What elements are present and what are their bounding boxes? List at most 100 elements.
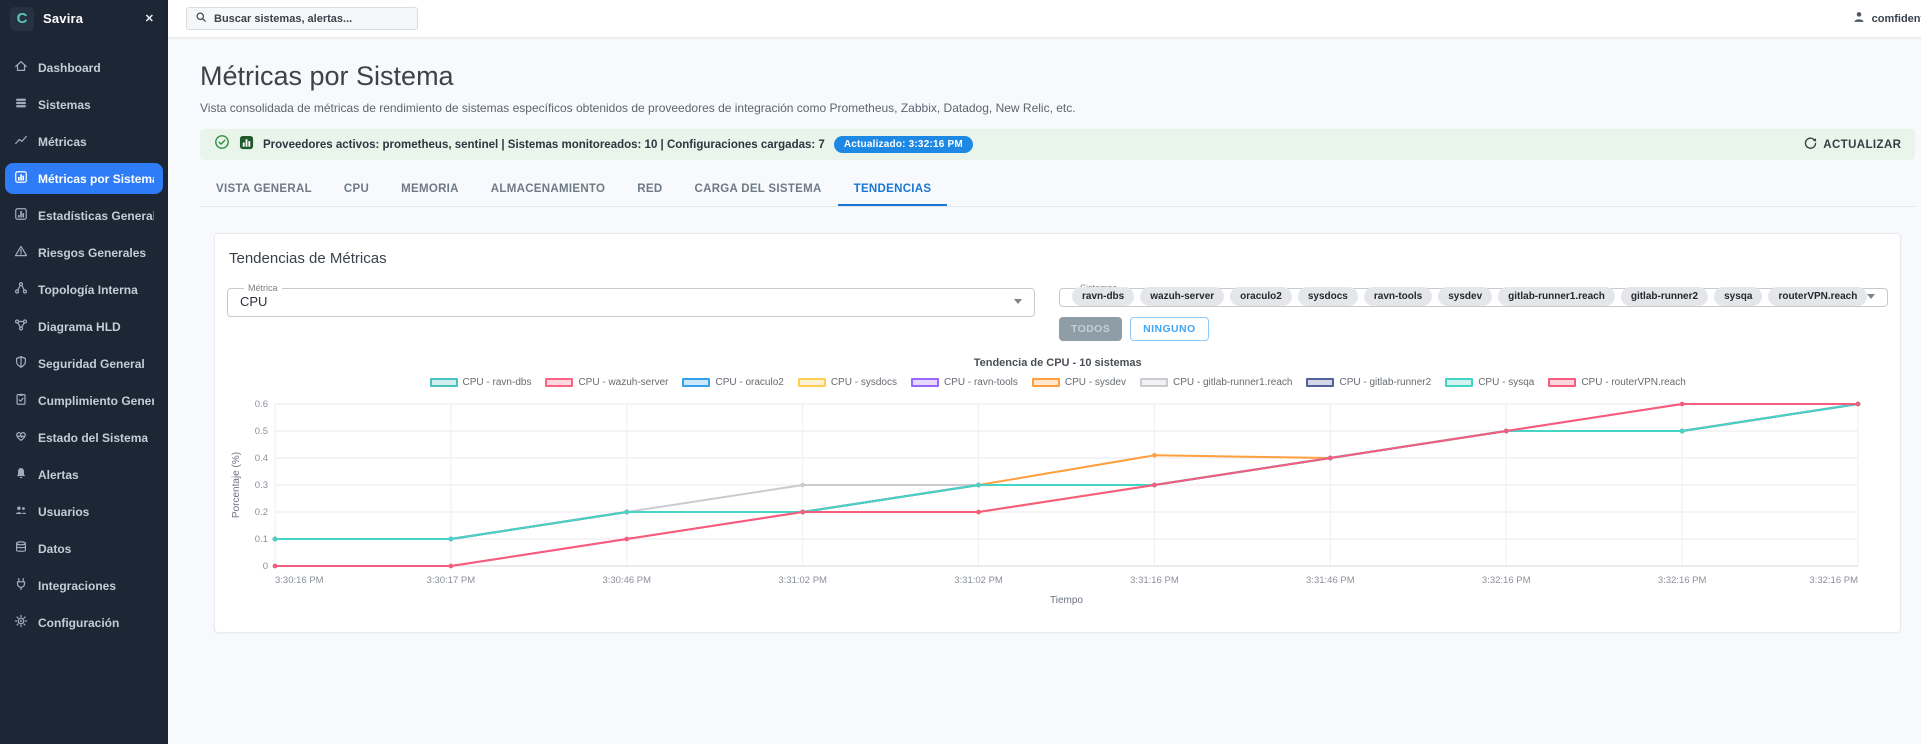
legend-label: CPU - gitlab-runner2 xyxy=(1339,377,1432,388)
person-icon xyxy=(1852,10,1866,27)
tab-tendencias[interactable]: TENDENCIAS xyxy=(837,172,948,206)
clipboard-check-icon xyxy=(14,392,28,409)
system-chip[interactable]: sysdocs xyxy=(1297,287,1358,306)
sidebar-header: C Savira ✕ xyxy=(0,0,168,37)
status-bar: Proveedores activos: prometheus, sentine… xyxy=(200,129,1916,160)
system-chips: ravn-dbs wazuh-server oraculo2 sysdocs ravn-… xyxy=(1072,287,1868,306)
status-text: Proveedores activos: prometheus, sentine… xyxy=(263,138,825,151)
sidebar-item-diagrama-hld[interactable]: Diagrama HLD xyxy=(0,311,168,342)
system-chip[interactable]: routerVPN.reach xyxy=(1768,287,1868,306)
legend-item[interactable]: CPU - oraculo2 xyxy=(682,377,784,388)
svg-text:3:30:17 PM: 3:30:17 PM xyxy=(427,575,476,586)
sidebar-item-integraciones[interactable]: Integraciones xyxy=(0,570,168,601)
select-none-button[interactable]: NINGUNO xyxy=(1130,317,1209,341)
refresh-icon xyxy=(1804,136,1817,153)
metric-label: Métrica xyxy=(248,283,278,293)
sidebar-item-seguridad-general[interactable]: Seguridad General xyxy=(0,348,168,379)
tab-carga-del-sistema[interactable]: CARGA DEL SISTEMA xyxy=(678,172,837,206)
legend-item[interactable]: CPU - sysqa xyxy=(1445,377,1534,388)
trend-chart: 0 0.1 0.2 0.3 0.4 0.5 0.6 3:30:16 PM 3:30:17 PM 3… xyxy=(231,399,1861,606)
legend-swatch xyxy=(1139,378,1168,387)
refresh-button[interactable]: ACTUALIZAR xyxy=(1804,136,1901,153)
system-chip[interactable]: gitlab-runner1.reach xyxy=(1498,287,1615,306)
system-chip[interactable]: ravn-tools xyxy=(1363,287,1433,306)
sidebar-item-estadisticas-generales[interactable]: Estadísticas Generales xyxy=(0,200,168,231)
tab-almacenamiento[interactable]: ALMACENAMIENTO xyxy=(475,172,622,206)
system-chip[interactable]: gitlab-runner2 xyxy=(1620,287,1709,306)
trends-card: Tendencias de Métricas Métrica CPU Siste… xyxy=(214,233,1902,633)
legend-swatch xyxy=(545,378,574,387)
legend-item[interactable]: CPU - routerVPN.reach xyxy=(1548,377,1686,388)
card-title: Tendencias de Métricas xyxy=(229,250,387,267)
sidebar-item-topologia-interna[interactable]: Topología Interna xyxy=(0,274,168,305)
legend-swatch xyxy=(429,378,458,387)
legend-swatch xyxy=(1548,378,1577,387)
user-menu[interactable]: comfidentia xyxy=(1852,10,1921,27)
legend-item[interactable]: CPU - gitlab-runner2 xyxy=(1306,377,1431,388)
legend-item[interactable]: CPU - ravn-tools xyxy=(910,377,1018,388)
system-chip[interactable]: ravn-dbs xyxy=(1072,287,1135,306)
sidebar-item-metricas-por-sistema[interactable]: Métricas por Sistema xyxy=(5,163,163,194)
system-chip[interactable]: oraculo2 xyxy=(1230,287,1292,306)
tab-vista-general[interactable]: VISTA GENERAL xyxy=(200,172,328,206)
sidebar-close-icon[interactable]: ✕ xyxy=(141,10,158,27)
select-all-button[interactable]: TODOS xyxy=(1059,317,1123,341)
svg-text:3:30:16 PM: 3:30:16 PM xyxy=(275,575,324,586)
legend-swatch xyxy=(797,378,826,387)
systems-select[interactable]: Sistemas ravn-dbswazuh-serveroraculo2sys… xyxy=(1059,283,1889,307)
svg-text:3:32:16 PM: 3:32:16 PM xyxy=(1482,575,1531,586)
bell-icon xyxy=(14,466,28,483)
svg-text:3:32:16 PM: 3:32:16 PM xyxy=(1809,575,1858,586)
sidebar-item-riesgos-generales[interactable]: Riesgos Generales xyxy=(0,237,168,268)
search-box[interactable] xyxy=(186,7,418,30)
bar-chart-icon xyxy=(14,207,28,224)
sidebar-item-sistemas[interactable]: Sistemas xyxy=(0,89,168,120)
sidebar-item-datos[interactable]: Datos xyxy=(0,533,168,564)
chart-section: Tendencia de CPU - 10 sistemas CPU - rav… xyxy=(227,357,1888,610)
sidebar-item-alertas[interactable]: Alertas xyxy=(0,459,168,490)
tab-red[interactable]: RED xyxy=(621,172,678,206)
system-chip[interactable]: sysqa xyxy=(1714,287,1763,306)
legend-swatch xyxy=(1306,378,1335,387)
topbar: comfidentia xyxy=(168,0,1921,37)
legend-item[interactable]: CPU - wazuh-server xyxy=(545,377,668,388)
legend-swatch xyxy=(1031,378,1060,387)
svg-text:3:31:16 PM: 3:31:16 PM xyxy=(1130,575,1179,586)
legend-swatch xyxy=(1445,378,1474,387)
sidebar-item-cumplimiento-general[interactable]: Cumplimiento General xyxy=(0,385,168,416)
svg-text:0.4: 0.4 xyxy=(255,453,268,464)
legend-swatch xyxy=(910,378,939,387)
sidebar-item-metricas[interactable]: Métricas xyxy=(0,126,168,157)
metric-value: CPU xyxy=(240,294,268,309)
chart-box-icon xyxy=(14,170,28,187)
legend-item[interactable]: CPU - ravn-dbs xyxy=(429,377,532,388)
legend-item[interactable]: CPU - sysdev xyxy=(1031,377,1126,388)
shield-icon xyxy=(14,355,28,372)
app-root: C Savira ✕ Dashboard Sistemas Métricas M… xyxy=(0,0,1921,744)
search-icon xyxy=(195,10,207,28)
svg-text:Porcentaje (%): Porcentaje (%) xyxy=(231,452,242,518)
system-chip[interactable]: sysdev xyxy=(1438,287,1493,306)
tab-bar: VISTA GENERAL CPU MEMORIA ALMACENAMIENTO… xyxy=(200,172,1916,207)
svg-text:3:31:46 PM: 3:31:46 PM xyxy=(1306,575,1355,586)
tab-memoria[interactable]: MEMORIA xyxy=(385,172,475,206)
legend-item[interactable]: CPU - gitlab-runner1.reach xyxy=(1139,377,1292,388)
legend-label: CPU - ravn-dbs xyxy=(462,377,532,388)
tab-cpu[interactable]: CPU xyxy=(328,172,385,206)
sidebar-item-configuracion[interactable]: Configuración xyxy=(0,607,168,638)
line-chart-icon xyxy=(14,133,28,150)
svg-text:3:32:16 PM: 3:32:16 PM xyxy=(1658,575,1707,586)
metric-select[interactable]: Métrica CPU xyxy=(227,283,1035,317)
sidebar-item-usuarios[interactable]: Usuarios xyxy=(0,496,168,527)
legend-item[interactable]: CPU - sysdocs xyxy=(797,377,897,388)
svg-text:0.3: 0.3 xyxy=(255,480,268,491)
sidebar-item-estado-del-sistema[interactable]: Estado del Sistema xyxy=(0,422,168,453)
legend-label: CPU - ravn-tools xyxy=(943,377,1018,388)
gear-icon xyxy=(14,614,28,631)
svg-text:0.2: 0.2 xyxy=(255,507,268,518)
sidebar-item-dashboard[interactable]: Dashboard xyxy=(0,52,168,83)
search-input[interactable] xyxy=(214,12,409,25)
svg-text:0.1: 0.1 xyxy=(255,534,268,545)
system-chip[interactable]: wazuh-server xyxy=(1140,287,1225,306)
network-icon xyxy=(14,281,28,298)
